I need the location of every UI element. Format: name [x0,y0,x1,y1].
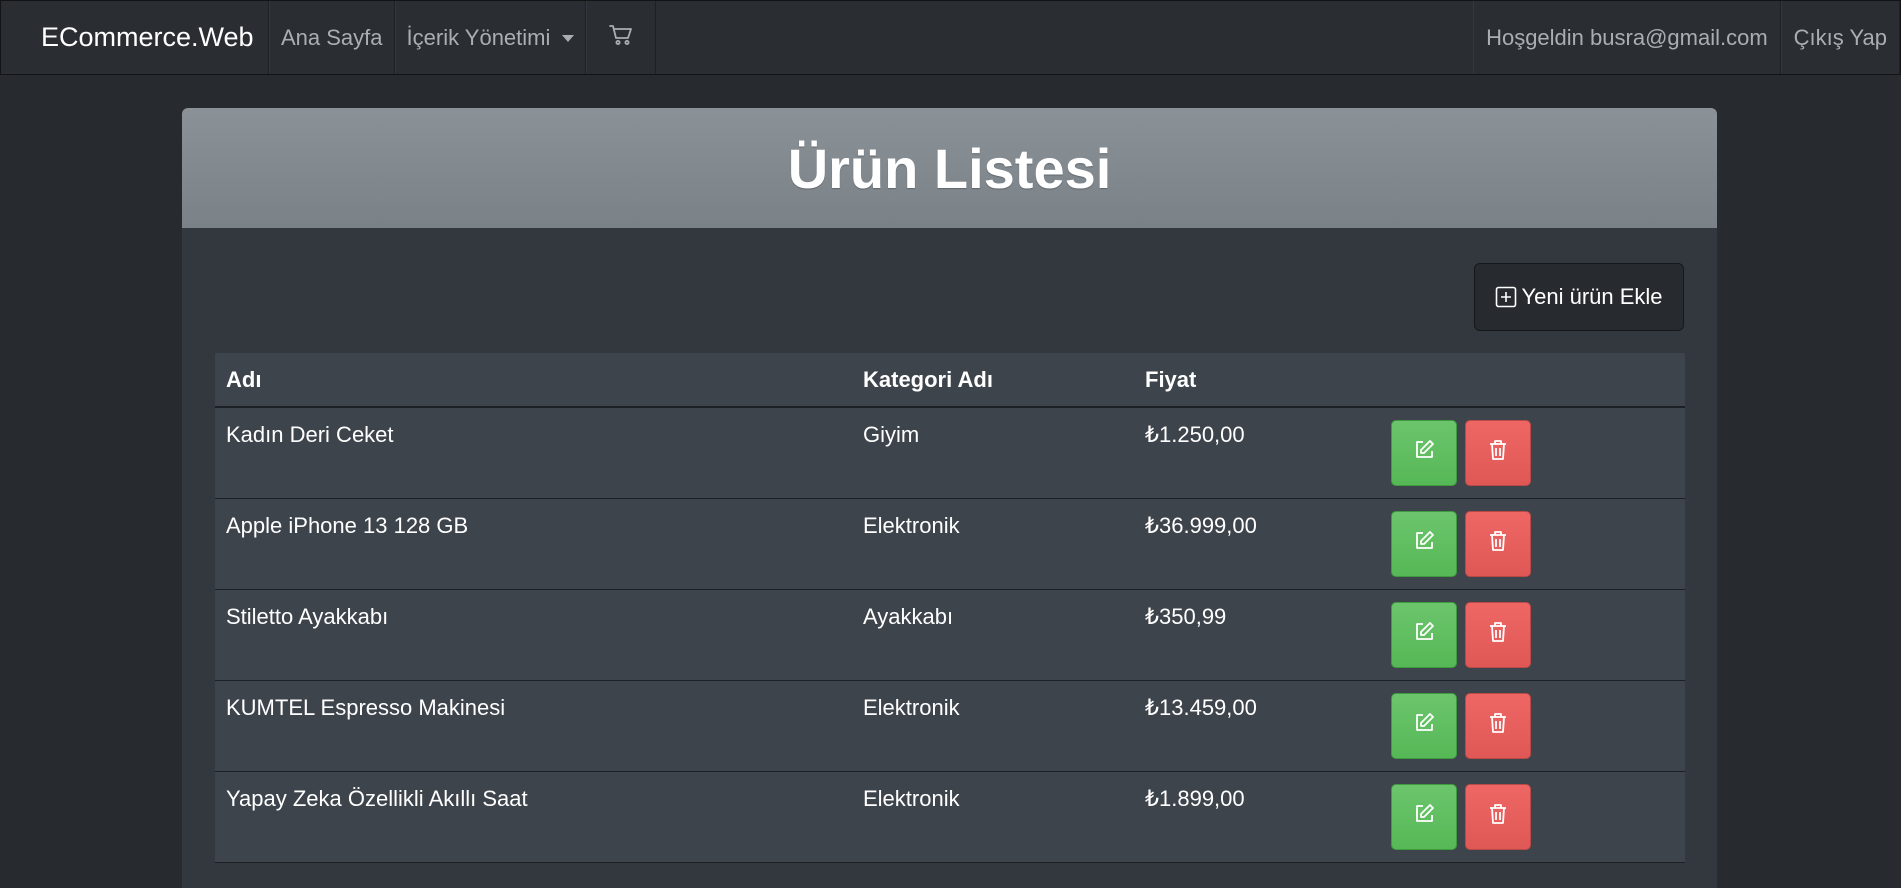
row-actions [1391,693,1531,759]
product-price: ₺13.459,00 [1145,695,1257,720]
delete-button[interactable] [1465,693,1531,759]
delete-button[interactable] [1465,420,1531,486]
table-row: KUMTEL Espresso Makinesi Elektronik ₺13.… [215,681,1685,772]
trash-icon [1488,530,1508,558]
product-category: Ayakkabı [863,604,954,629]
edit-icon [1413,530,1435,558]
column-header-name: Adı [226,366,262,392]
nav-greeting[interactable]: Hoşgeldin busra@gmail.com [1473,1,1781,74]
product-name: Kadın Deri Ceket [226,422,394,447]
delete-button[interactable] [1465,602,1531,668]
add-product-label: Yeni ürün Ekle [1521,284,1663,309]
edit-icon [1413,803,1435,831]
row-actions [1391,511,1531,577]
table-row: Stiletto Ayakkabı Ayakkabı ₺350,99 [215,590,1685,681]
trash-icon [1488,712,1508,740]
edit-icon [1413,439,1435,467]
product-price: ₺350,99 [1145,604,1227,629]
brand-link[interactable]: ECommerce.Web [1,1,269,74]
nav-logout[interactable]: Çıkış Yap [1780,1,1900,74]
delete-button[interactable] [1465,511,1531,577]
column-header-price: Fiyat [1145,366,1197,392]
table-row: Kadın Deri Ceket Giyim ₺1.250,00 [215,408,1685,499]
trash-icon [1488,803,1508,831]
table-row: Yapay Zeka Özellikli Akıllı Saat Elektro… [215,772,1685,863]
plus-square-icon [1495,286,1517,308]
product-table: Adı Kategori Adı Fiyat Kadın Deri Ceket … [215,353,1685,863]
product-name: Yapay Zeka Özellikli Akıllı Saat [226,786,528,811]
delete-button[interactable] [1465,784,1531,850]
nav-cart[interactable] [586,1,657,74]
product-name: KUMTEL Espresso Makinesi [226,695,506,720]
caret-down-icon [562,35,575,42]
product-price: ₺36.999,00 [1145,513,1257,538]
trash-icon [1488,621,1508,649]
edit-button[interactable] [1391,784,1457,850]
product-category: Elektronik [863,786,960,811]
edit-icon [1413,621,1435,649]
trash-icon [1488,439,1508,467]
product-category: Elektronik [863,513,960,538]
navbar: ECommerce.Web Ana Sayfa İçerik Yönetimi … [0,0,1901,75]
edit-icon [1413,712,1435,740]
add-product-button[interactable]: Yeni ürün Ekle [1474,263,1684,331]
cart-icon [609,24,633,52]
nav-content-dropdown[interactable]: İçerik Yönetimi [394,1,587,74]
nav-content-label: İçerik Yönetimi [406,24,551,50]
product-category: Elektronik [863,695,960,720]
product-list-card: Ürün Listesi Yeni ürün Ekle Adı Kategori… [182,108,1717,888]
product-price: ₺1.899,00 [1145,786,1245,811]
product-category: Giyim [863,422,920,447]
product-name: Stiletto Ayakkabı [226,604,389,629]
table-row: Apple iPhone 13 128 GB Elektronik ₺36.99… [215,499,1685,590]
edit-button[interactable] [1391,420,1457,486]
row-actions [1391,602,1531,668]
edit-button[interactable] [1391,693,1457,759]
edit-button[interactable] [1391,511,1457,577]
row-actions [1391,784,1531,850]
product-price: ₺1.250,00 [1145,422,1245,447]
column-header-category: Kategori Adı [863,366,993,392]
page-title: Ürün Listesi [182,108,1717,228]
table-header: Adı Kategori Adı Fiyat [215,353,1685,408]
nav-home[interactable]: Ana Sayfa [269,1,395,74]
product-name: Apple iPhone 13 128 GB [226,513,469,538]
row-actions [1391,420,1531,486]
edit-button[interactable] [1391,602,1457,668]
